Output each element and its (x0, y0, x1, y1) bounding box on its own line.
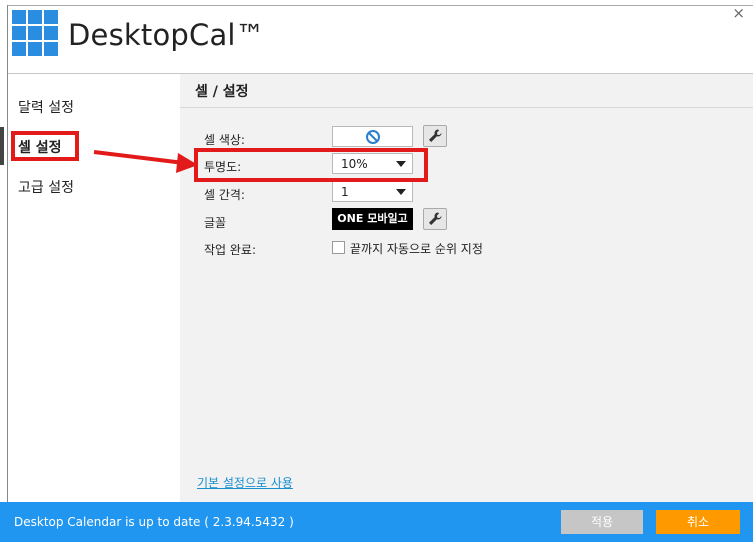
annotation-arrow-icon (93, 150, 198, 173)
cell-color-label: 셀 색상: (204, 133, 245, 147)
app-title: DesktopCal™ (68, 18, 265, 52)
sidebar-item-calendar-settings[interactable]: 달력 설정 (18, 97, 74, 117)
settings-content: 셀 / 설정 셀 색상: 투명도: 10% 셀 간격: 1 글꼴 ONE 모바일… (180, 74, 753, 502)
cell-spacing-select[interactable]: 1 (332, 181, 413, 202)
font-label: 글꼴 (204, 216, 227, 230)
close-button[interactable]: × (732, 4, 745, 22)
font-preview[interactable]: ONE 모바일고 (332, 208, 413, 230)
app-logo-icon (12, 10, 58, 58)
task-done-label: 작업 완료: (204, 243, 257, 257)
auto-rank-checkbox-label: 끝까지 자동으로 순위 지정 (350, 242, 483, 256)
cancel-button[interactable]: 취소 (656, 510, 740, 534)
cell-spacing-value: 1 (341, 185, 349, 199)
use-defaults-link[interactable]: 기본 설정으로 사용 (197, 474, 293, 491)
close-icon: × (732, 4, 745, 22)
settings-window: × DesktopCal™ 달력 설정 셀 설정 고급 설정 셀 / 설정 셀 … (0, 0, 753, 542)
apply-button[interactable]: 적용 (561, 510, 643, 534)
selection-marker (0, 127, 4, 165)
cell-spacing-label: 셀 간격: (204, 188, 245, 202)
cell-color-wrench-button[interactable] (423, 125, 447, 147)
window-border-top (7, 5, 753, 6)
section-title: 셀 / 설정 (195, 84, 249, 100)
font-wrench-button[interactable] (423, 208, 447, 230)
section-divider (180, 107, 753, 108)
status-bar: Desktop Calendar is up to date ( 2.3.94.… (0, 502, 753, 542)
chevron-down-icon (396, 189, 406, 195)
wrench-icon (429, 212, 442, 225)
update-status-text: Desktop Calendar is up to date ( 2.3.94.… (14, 515, 294, 529)
wrench-icon (429, 129, 442, 142)
annotation-highlight-sidebar (11, 131, 79, 161)
auto-rank-checkbox[interactable] (332, 241, 345, 254)
cell-color-swatch[interactable] (332, 126, 413, 147)
annotation-highlight-opacity (194, 148, 428, 182)
sidebar-item-advanced-settings[interactable]: 고급 설정 (18, 177, 74, 197)
no-color-icon (366, 130, 380, 144)
